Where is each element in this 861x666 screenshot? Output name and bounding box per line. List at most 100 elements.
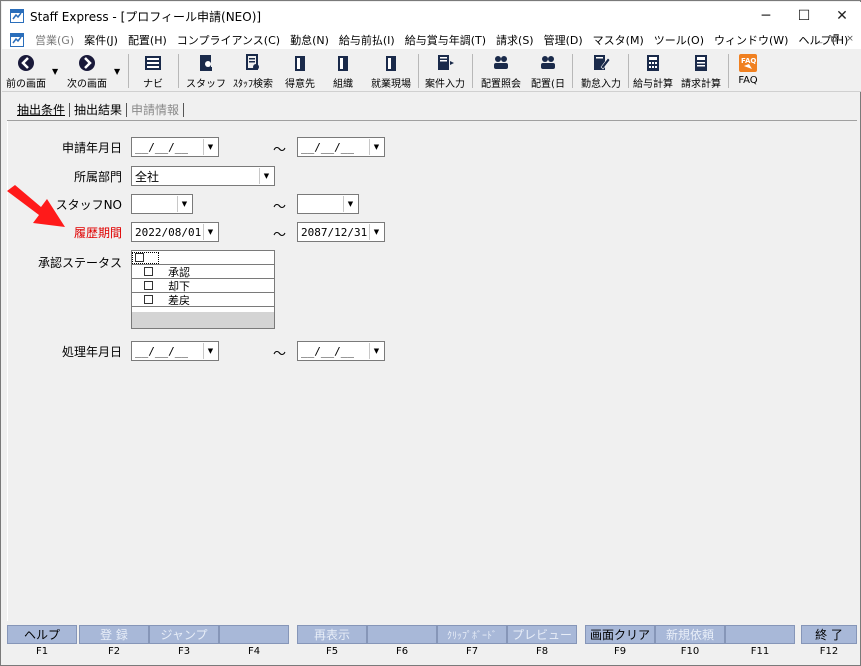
payroll-calc-button[interactable]: 給与計算 xyxy=(630,52,676,90)
staff-search-button[interactable]: ｽﾀｯﾌ検索 xyxy=(230,52,276,90)
client-book-icon xyxy=(295,56,305,71)
f8-preview-button[interactable]: プレビュー F8 xyxy=(507,625,577,659)
mdi-child-icon[interactable] xyxy=(10,32,24,47)
menu-billing[interactable]: 請求(S) xyxy=(491,32,539,48)
edit-document-icon xyxy=(594,55,611,70)
dropdown-arrow-icon[interactable]: ▼ xyxy=(203,139,217,155)
dropdown-arrow-icon[interactable]: ▼ xyxy=(203,343,217,359)
toolbar-separator xyxy=(728,54,729,88)
menu-advance-pay[interactable]: 給与前払(I) xyxy=(334,32,400,48)
dropdown-arrow-icon[interactable]: ▼ xyxy=(369,139,383,155)
f7-clipboard-button[interactable]: ｸﾘｯﾌﾟﾎﾞｰﾄﾞ F7 xyxy=(437,625,507,659)
menu-window[interactable]: ウィンドウ(W) xyxy=(709,32,793,48)
checkbox[interactable] xyxy=(144,267,153,276)
staff-no-from[interactable]: ▼ xyxy=(131,194,193,214)
f2-register-button[interactable]: 登 録 F2 xyxy=(79,625,149,659)
worksite-button[interactable]: 就業現場 xyxy=(368,52,414,90)
status-option-returned[interactable]: 差戻 xyxy=(132,293,274,307)
tab-application-info[interactable]: 申請情報 xyxy=(127,101,183,118)
checkbox[interactable] xyxy=(144,281,153,290)
apply-date-to[interactable]: __/__/__ ▼ xyxy=(297,137,385,157)
staff-no-to[interactable]: ▼ xyxy=(297,194,359,214)
staff-search-icon xyxy=(246,54,259,70)
app-window: Staff Express - [プロフィール申請(NEO)] ─ ☐ ✕ 営業… xyxy=(0,0,861,666)
department-select[interactable]: 全社 ▼ xyxy=(131,166,275,186)
dropdown-arrow-icon[interactable]: ▼ xyxy=(177,196,191,212)
status-option-approved[interactable]: 承認 xyxy=(132,265,274,279)
calculator-icon xyxy=(647,55,659,71)
f3-jump-button[interactable]: ジャンプ F3 xyxy=(149,625,219,659)
toolbar-separator xyxy=(178,54,179,88)
client-button[interactable]: 得意先 xyxy=(280,52,320,90)
f5-refresh-button[interactable]: 再表示 F5 xyxy=(297,625,367,659)
range-separator: ～ xyxy=(273,143,287,158)
menu-tools[interactable]: ツール(O) xyxy=(649,32,709,48)
back-arrow-icon xyxy=(18,55,34,71)
history-period-from[interactable]: 2022/08/01 ▼ xyxy=(131,222,219,242)
mdi-minimize-button[interactable]: _ xyxy=(813,32,827,46)
dropdown-arrow-icon[interactable]: ▼ xyxy=(259,168,273,184)
status-option-blank[interactable] xyxy=(132,251,274,265)
process-date-to[interactable]: __/__/__ ▼ xyxy=(297,341,385,361)
staff-card-icon xyxy=(200,55,212,71)
dropdown-arrow-icon[interactable]: ▼ xyxy=(203,224,217,240)
f11-button[interactable]: F11 xyxy=(725,625,795,659)
menu-bar: 営業(G) 案件(J) 配置(H) コンプライアンス(C) 勤怠(N) 給与前払… xyxy=(2,30,861,49)
back-button[interactable]: 前の画面 xyxy=(6,52,46,90)
mdi-close-button[interactable]: × xyxy=(843,32,857,46)
billing-calculator-icon xyxy=(695,55,707,71)
minimize-button[interactable]: ─ xyxy=(747,2,785,30)
toolbar-separator xyxy=(572,54,573,88)
faq-icon: FAQ xyxy=(739,54,757,72)
f6-button[interactable]: F6 xyxy=(367,625,437,659)
mdi-restore-button[interactable]: 🗗 xyxy=(828,32,842,46)
window-title: Staff Express - [プロフィール申請(NEO)] xyxy=(30,9,262,24)
billing-calc-button[interactable]: 請求計算 xyxy=(678,52,724,90)
apply-date-from[interactable]: __/__/__ ▼ xyxy=(131,137,219,157)
f4-button[interactable]: F4 xyxy=(219,625,289,659)
placement-day-button[interactable]: 配置(日 xyxy=(528,52,568,90)
people-icon xyxy=(541,56,555,69)
process-date-from[interactable]: __/__/__ ▼ xyxy=(131,341,219,361)
history-period-to[interactable]: 2087/12/31 ▼ xyxy=(297,222,385,242)
menu-placement[interactable]: 配置(H) xyxy=(123,32,172,48)
attendance-input-button[interactable]: 勤怠入力 xyxy=(576,52,626,90)
next-dropdown-icon[interactable]: ▼ xyxy=(114,67,120,76)
department-label: 所属部門 xyxy=(73,170,122,184)
faq-button[interactable]: FAQ FAQ xyxy=(732,52,764,90)
next-button[interactable]: 次の画面 xyxy=(64,52,110,90)
keyboard-icon xyxy=(145,56,161,70)
placement-query-button[interactable]: 配置照会 xyxy=(476,52,526,90)
dropdown-arrow-icon[interactable]: ▼ xyxy=(343,196,357,212)
case-input-icon xyxy=(438,55,454,70)
menu-master[interactable]: マスタ(M) xyxy=(588,32,649,48)
f12-exit-button[interactable]: 終 了 F12 xyxy=(801,625,857,659)
menu-attendance[interactable]: 勤怠(N) xyxy=(285,32,334,48)
menu-sales[interactable]: 営業(G) xyxy=(30,32,79,48)
dropdown-arrow-icon[interactable]: ▼ xyxy=(369,224,383,240)
f9-clear-screen-button[interactable]: 画面クリア F9 xyxy=(585,625,655,659)
back-dropdown-icon[interactable]: ▼ xyxy=(52,67,58,76)
menu-compliance[interactable]: コンプライアンス(C) xyxy=(172,32,285,48)
menu-case[interactable]: 案件(J) xyxy=(79,32,123,48)
navi-button[interactable]: ナビ xyxy=(138,52,168,90)
maximize-button[interactable]: ☐ xyxy=(785,2,823,30)
menu-payroll[interactable]: 給与賞与年調(T) xyxy=(400,32,491,48)
f10-new-request-button[interactable]: 新規依頼 F10 xyxy=(655,625,725,659)
case-input-button[interactable]: 案件入力 xyxy=(422,52,468,90)
function-key-bar: ヘルプ F1 登 録 F2 ジャンプ F3 F4 再表示 F5 F6 ｸﾘｯﾌﾟ… xyxy=(7,625,857,661)
status-option-rejected[interactable]: 却下 xyxy=(132,279,274,293)
f1-help-button[interactable]: ヘルプ F1 xyxy=(7,625,77,659)
staff-button[interactable]: スタッフ xyxy=(186,52,226,90)
dropdown-arrow-icon[interactable]: ▼ xyxy=(369,343,383,359)
checkbox[interactable] xyxy=(144,295,153,304)
close-button[interactable]: ✕ xyxy=(823,2,861,30)
tab-extract-results[interactable]: 抽出結果 xyxy=(70,101,126,118)
tab-strip: 抽出条件 抽出結果 申請情報 xyxy=(13,101,185,118)
org-button[interactable]: 組織 xyxy=(326,52,360,90)
menu-admin[interactable]: 管理(D) xyxy=(539,32,588,48)
apply-date-label: 申請年月日 xyxy=(61,141,122,155)
checkbox[interactable] xyxy=(135,253,144,262)
tab-extract-conditions[interactable]: 抽出条件 xyxy=(13,101,69,118)
toolbar-separator xyxy=(472,54,473,88)
